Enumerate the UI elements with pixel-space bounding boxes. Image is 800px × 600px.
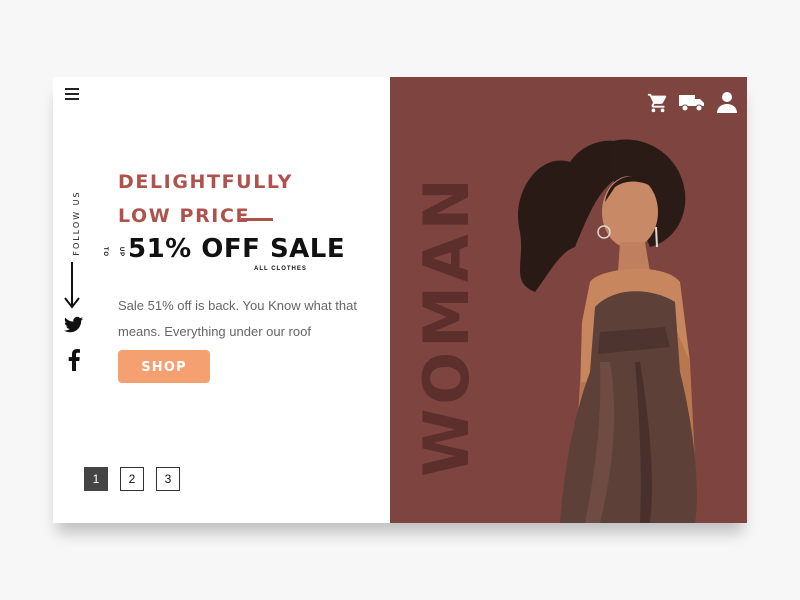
sale-headline: 51% OFF SALE bbox=[128, 234, 346, 264]
woman-vertical-text: WOMAN bbox=[410, 174, 483, 477]
hamburger-menu-icon[interactable] bbox=[65, 87, 81, 101]
shopping-cart-icon[interactable] bbox=[647, 92, 669, 114]
follow-us-text: FOLLOW US bbox=[72, 190, 81, 256]
model-photo bbox=[518, 139, 697, 523]
sale-subtag: ALL CLOTHES bbox=[254, 266, 307, 272]
hero-banner: WOMAN bbox=[390, 77, 747, 523]
upto-label: UP TO bbox=[102, 246, 124, 258]
arrow-down-icon bbox=[64, 262, 80, 309]
twitter-icon[interactable] bbox=[64, 316, 84, 334]
headline-underline bbox=[241, 218, 273, 221]
headline-line-1: DELIGHTFULLY bbox=[118, 171, 294, 193]
hero-card: FOLLOW US DELIGHTFULLY LOW PRICE UP TO 5… bbox=[53, 77, 747, 523]
user-profile-icon[interactable] bbox=[715, 90, 739, 114]
facebook-icon[interactable] bbox=[68, 349, 80, 371]
follow-us-label: FOLLOW US bbox=[71, 185, 83, 265]
page-3-button[interactable]: 3 bbox=[156, 467, 180, 491]
headline-line-2: LOW PRICE bbox=[118, 205, 251, 227]
shop-now-button[interactable]: SHOP NOW bbox=[118, 350, 210, 408]
page-1-button[interactable]: 1 bbox=[84, 467, 108, 491]
page-2-button[interactable]: 2 bbox=[120, 467, 144, 491]
delivery-truck-icon[interactable] bbox=[679, 94, 705, 112]
hero-description: Sale 51% off is back. You Know what that… bbox=[118, 298, 357, 339]
hero-content-panel: FOLLOW US DELIGHTFULLY LOW PRICE UP TO 5… bbox=[53, 77, 390, 523]
